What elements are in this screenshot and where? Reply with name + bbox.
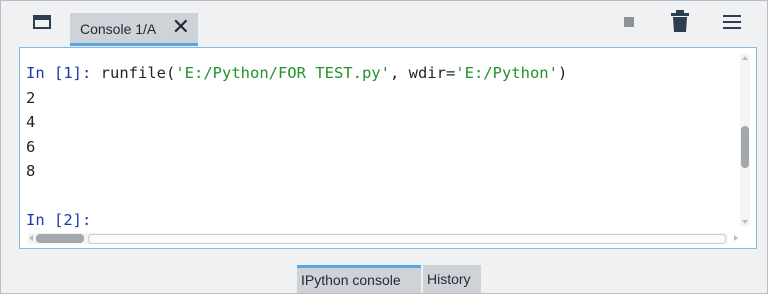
horizontal-scrollbar[interactable] bbox=[28, 233, 738, 244]
tab-history[interactable]: History bbox=[423, 265, 481, 293]
console-toolbar: Console 1/A ✕ bbox=[1, 1, 767, 47]
output-line: 8 bbox=[26, 162, 36, 180]
input-prompt-2: In [2]: bbox=[26, 211, 92, 229]
tab-ipython-console[interactable]: IPython console bbox=[297, 265, 421, 293]
menu-icon[interactable] bbox=[723, 15, 741, 29]
horizontal-scroll-track[interactable] bbox=[88, 234, 726, 244]
file-path-string: 'E:/Python/FOR TEST.py' bbox=[175, 64, 390, 82]
tab-label: Console 1/A bbox=[80, 21, 157, 37]
vertical-scroll-thumb[interactable] bbox=[741, 126, 749, 168]
wdir-keyword: , wdir= bbox=[389, 64, 456, 82]
output-line: 4 bbox=[26, 113, 36, 131]
vertical-scrollbar[interactable] bbox=[740, 54, 750, 226]
console-window: Console 1/A ✕ In [1]: runfile('E:/Python… bbox=[0, 0, 768, 294]
close-icon[interactable]: ✕ bbox=[172, 16, 190, 38]
window-icon[interactable] bbox=[33, 15, 51, 29]
wdir-path-string: 'E:/Python' bbox=[455, 64, 558, 82]
scroll-up-arrow-icon[interactable] bbox=[742, 56, 748, 60]
scroll-down-arrow-icon[interactable] bbox=[742, 220, 748, 224]
horizontal-scroll-thumb[interactable] bbox=[36, 234, 84, 243]
output-line: 6 bbox=[26, 137, 36, 156]
scroll-left-arrow-icon[interactable] bbox=[29, 235, 33, 241]
console-text: In [1]: runfile('E:/Python/FOR TEST.py',… bbox=[26, 61, 567, 233]
input-prompt-1: In [1]: bbox=[26, 64, 92, 82]
stop-icon[interactable] bbox=[624, 17, 634, 27]
console-output-area[interactable]: In [1]: runfile('E:/Python/FOR TEST.py',… bbox=[19, 47, 757, 249]
runfile-call: runfile( bbox=[100, 64, 176, 82]
scroll-right-arrow-icon[interactable] bbox=[734, 235, 738, 241]
trash-icon[interactable] bbox=[671, 10, 689, 32]
tab-console-1a[interactable]: Console 1/A ✕ bbox=[70, 13, 198, 46]
call-close-paren: ) bbox=[557, 64, 568, 82]
output-line: 2 bbox=[26, 88, 36, 107]
